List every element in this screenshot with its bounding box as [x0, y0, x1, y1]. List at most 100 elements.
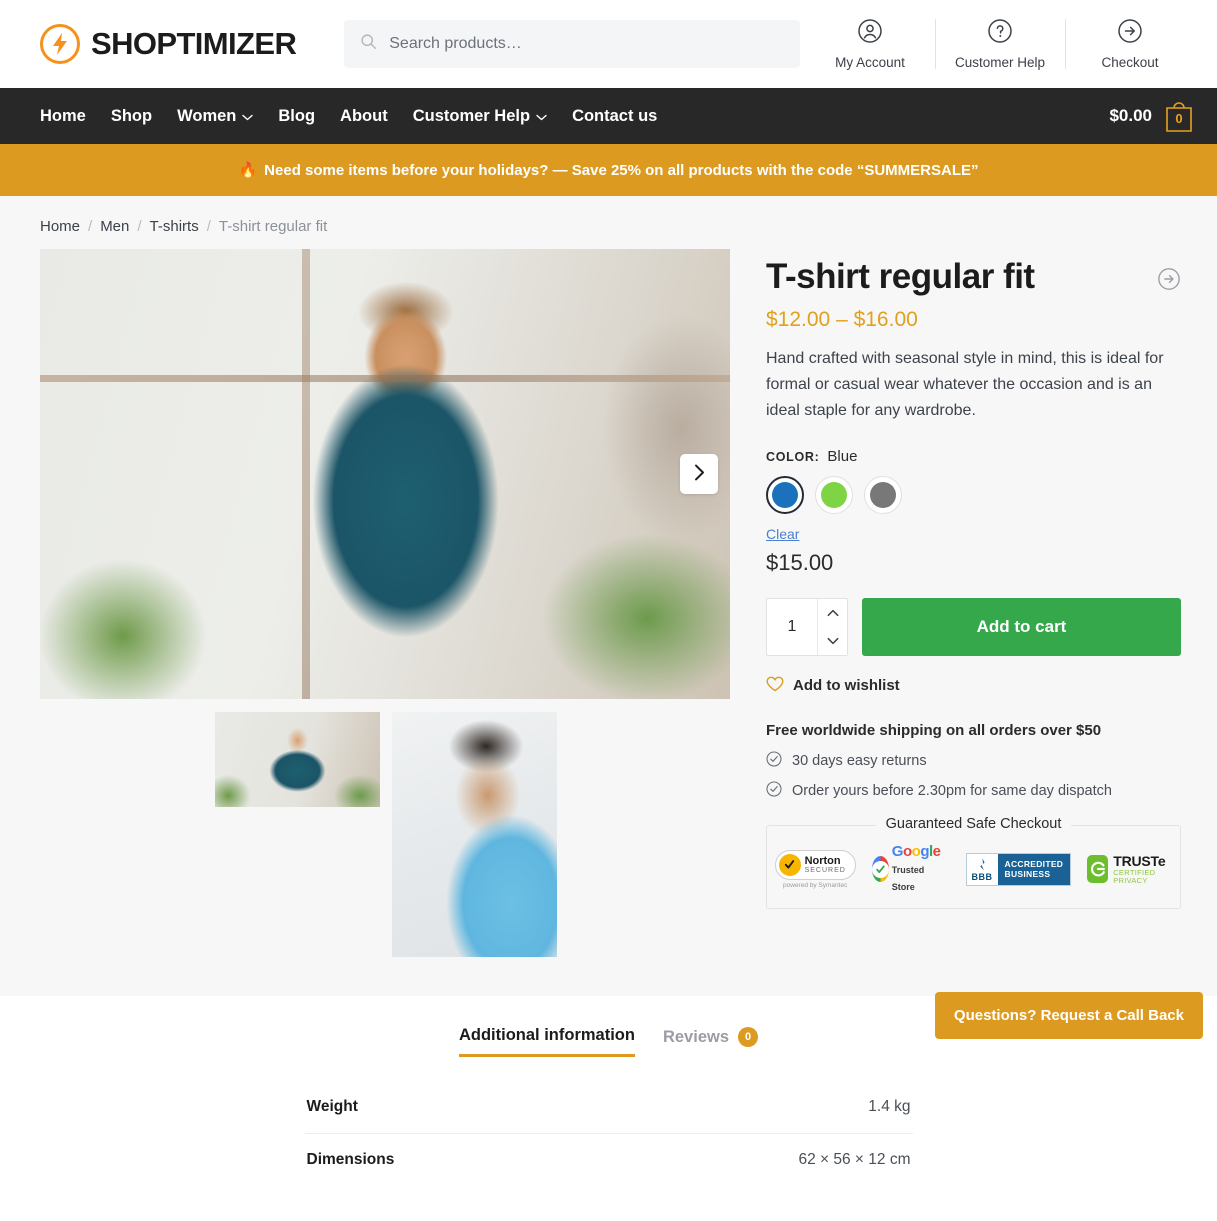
clear-selection-link[interactable]: Clear [766, 526, 799, 542]
nav-label: Home [40, 106, 86, 125]
reviews-count-badge: 0 [738, 1027, 759, 1047]
question-circle-icon [987, 18, 1013, 49]
bbb-accredited-business-badge: BBB ACCREDITED BUSINESS [965, 852, 1072, 886]
nav-items: Home Shop Women Blog About Customer Help… [40, 107, 657, 126]
chevron-down-icon [827, 633, 839, 648]
truste-sub-label: CERTIFIED PRIVACY [1113, 867, 1156, 885]
selected-variation-price: $15.00 [766, 549, 834, 575]
customer-help-label: Customer Help [954, 55, 1046, 70]
cart-total: $0.00 [1109, 106, 1152, 125]
chevron-down-icon [242, 107, 254, 126]
nav-label: Customer Help [412, 106, 531, 125]
search-box[interactable] [344, 20, 801, 68]
arrow-right-circle-icon [1117, 18, 1143, 49]
quantity-stepper[interactable] [766, 597, 848, 656]
table-row: Dimensions 62 × 56 × 12 cm [305, 1134, 913, 1186]
shipping-point-label: 30 days easy returns [792, 752, 927, 769]
nav-item-shop[interactable]: Shop [111, 107, 152, 126]
swatch-fill [821, 481, 847, 508]
product-title-row: T-shirt regular fit [766, 257, 1181, 297]
checkout-button[interactable]: Checkout [1065, 15, 1195, 73]
add-to-wishlist-label: Add to wishlist [793, 677, 900, 695]
customer-help-button[interactable]: Customer Help [935, 15, 1065, 73]
promo-banner[interactable]: 🔥 Need some items before your holidays? … [0, 144, 1217, 196]
norton-sub: SECURED [804, 866, 846, 874]
color-option-group: COLOR: Blue Clear $15.00 [766, 448, 1181, 576]
breadcrumb-separator: / [88, 218, 93, 235]
purchase-row: Add to cart [766, 597, 1181, 656]
norton-check-icon [778, 853, 801, 876]
nav-label: Women [177, 106, 237, 125]
shipping-point: 30 days easy returns [766, 751, 1181, 771]
my-account-button[interactable]: My Account [805, 15, 935, 73]
product-thumbnail-2[interactable] [392, 712, 557, 957]
breadcrumb-item-men[interactable]: Men [100, 218, 129, 235]
product-thumbnails [40, 699, 730, 957]
additional-information-table: Weight 1.4 kg Dimensions 62 × 56 × 12 cm [304, 1081, 913, 1186]
norton-label: Norton [804, 854, 841, 867]
page-title: T-shirt regular fit [766, 257, 1035, 296]
search-icon [360, 33, 377, 55]
nav-item-home[interactable]: Home [40, 107, 86, 126]
google-trusted-store-badge: Google Trusted Store [871, 842, 950, 894]
main-navigation: Home Shop Women Blog About Customer Help… [0, 88, 1217, 144]
quantity-decrease-button[interactable] [818, 626, 847, 655]
user-circle-icon [857, 18, 883, 49]
breadcrumb-separator: / [206, 218, 211, 235]
bbb-business-label: BUSINESS [1004, 869, 1051, 880]
nav-item-about[interactable]: About [340, 107, 388, 126]
swatch-fill [870, 481, 896, 508]
google-trusted-store-label: Trusted Store [891, 864, 925, 892]
request-call-back-button[interactable]: Questions? Request a Call Back [934, 992, 1203, 1039]
product-section: Home / Men / T-shirts / T-shirt regular … [0, 196, 1217, 996]
nav-item-blog[interactable]: Blog [278, 107, 315, 126]
thumbnail-photo-teal-tshirt [215, 712, 380, 807]
nav-item-women[interactable]: Women [177, 106, 254, 126]
breadcrumb-current: T-shirt regular fit [218, 218, 328, 235]
tab-reviews[interactable]: Reviews 0 [663, 1026, 759, 1057]
check-circle-icon [766, 781, 782, 801]
product-thumbnail-1[interactable] [215, 712, 380, 807]
gallery-next-button[interactable] [680, 454, 718, 494]
nav-item-customer-help[interactable]: Customer Help [413, 107, 547, 126]
nav-label: Shop [110, 106, 153, 125]
quantity-input[interactable] [767, 598, 817, 655]
cart-widget[interactable]: $0.00 0 [1109, 99, 1195, 133]
cart-count: 0 [1175, 111, 1183, 126]
nav-label: Blog [278, 106, 316, 125]
google-wordmark: Google [891, 842, 941, 860]
bbb-logo-icon: BBB [966, 853, 998, 885]
table-row-key: Weight [306, 1098, 358, 1115]
breadcrumb-separator: / [137, 218, 142, 235]
bbb-accredited-label: ACCREDITED [1004, 858, 1064, 869]
swatch-fill [772, 481, 798, 508]
product-grid: T-shirt regular fit $12.00 – $16.00 Hand… [0, 249, 1217, 957]
add-to-cart-button[interactable]: Add to cart [862, 597, 1181, 656]
search-input[interactable] [389, 35, 785, 53]
product-main-image[interactable] [40, 249, 730, 699]
breadcrumb-item-home[interactable]: Home [40, 218, 80, 235]
color-option-label: COLOR: [766, 449, 820, 464]
quantity-increase-button[interactable] [818, 598, 847, 627]
norton-symantec-label: powered by Symantec [783, 881, 848, 889]
checkout-label: Checkout [1101, 55, 1159, 70]
color-swatch-grey[interactable] [864, 475, 902, 514]
nav-item-contact-us[interactable]: Contact us [572, 107, 657, 126]
color-swatch-blue[interactable] [766, 475, 804, 514]
table-row-key: Dimensions [306, 1151, 395, 1168]
color-swatch-green[interactable] [815, 475, 853, 514]
my-account-label: My Account [835, 55, 905, 70]
quantity-buttons [817, 598, 847, 655]
chevron-up-icon [827, 605, 839, 620]
tab-additional-information[interactable]: Additional information [458, 1026, 635, 1057]
next-product-arrow-icon[interactable] [1157, 267, 1181, 296]
guaranteed-safe-checkout-box: Guaranteed Safe Checkout Norton SECURED [766, 815, 1181, 910]
heart-icon [766, 676, 784, 696]
product-description: Hand crafted with seasonal style in mind… [766, 350, 1164, 420]
nav-label: About [340, 106, 388, 125]
breadcrumb-item-tshirts[interactable]: T-shirts [150, 218, 199, 235]
product-gallery [40, 249, 730, 957]
add-to-wishlist-button[interactable]: Add to wishlist [766, 676, 1181, 696]
brand-logo[interactable]: SHOPTIMIZER [40, 24, 297, 64]
color-swatches [766, 475, 1181, 514]
